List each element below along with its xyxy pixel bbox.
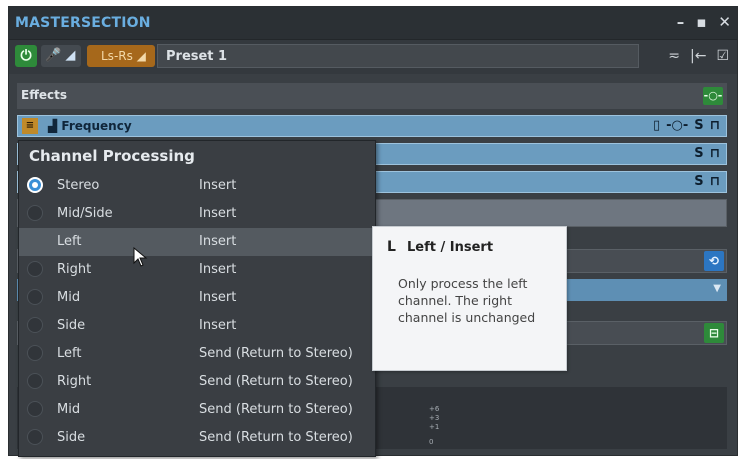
plugin-add-icon[interactable]: -○- <box>703 87 723 105</box>
menu-item-side-insert[interactable]: Side Insert <box>19 312 375 340</box>
tooltip-body: Only process the left channel. The right… <box>398 276 536 325</box>
radio-icon <box>27 289 43 305</box>
radio-icon <box>27 401 43 417</box>
restore-icon[interactable]: ▪ <box>696 13 706 31</box>
channel-processing-menu: Channel Processing Stereo Insert Mid/Sid… <box>18 140 376 457</box>
effects-label: Effects <box>21 88 68 102</box>
microphone-icon[interactable]: 🎤 ◢ <box>41 45 81 67</box>
menu-item-left-insert[interactable]: Left Insert <box>19 228 375 256</box>
radio-icon <box>27 261 43 277</box>
radio-selected-icon <box>27 177 43 193</box>
clock-icon[interactable]: ⟲ <box>704 251 724 271</box>
menu-item-stereo-insert[interactable]: Stereo Insert <box>19 172 375 200</box>
menu-item-right-send[interactable]: Right Send (Return to Stereo) <box>19 368 375 396</box>
menu-item-side-send[interactable]: Side Send (Return to Stereo) <box>19 424 375 452</box>
import-icon[interactable]: |← <box>690 48 706 64</box>
preset-save-icon[interactable]: ≂ <box>668 48 680 64</box>
check-icon[interactable]: ☑ <box>716 48 729 64</box>
preset-field[interactable]: Preset 1 <box>157 44 639 68</box>
effects-header: Effects -○- <box>17 83 727 109</box>
radio-icon <box>27 317 43 333</box>
power-icon[interactable]: ⏻ <box>15 45 37 67</box>
left-channel-icon: L <box>387 239 396 255</box>
menu-title: Channel Processing <box>29 147 195 165</box>
radio-icon <box>27 205 43 221</box>
channel-config-label: Ls-Rs <box>101 49 133 63</box>
minimize-icon[interactable]: – <box>677 13 685 31</box>
routing-icon[interactable]: ⊓ <box>710 146 720 161</box>
routing-icon[interactable]: ⊓ <box>710 174 720 189</box>
tooltip: L Left / Insert Only process the left ch… <box>372 226 567 371</box>
plugin-slot-frequency[interactable]: ≡ ▟ Frequency ▯ -○- S ⊓ <box>17 115 727 137</box>
solo-icon[interactable]: S <box>694 174 703 189</box>
tooltip-title: Left / Insert <box>407 240 494 255</box>
menu-item-midside-insert[interactable]: Mid/Side Insert <box>19 200 375 228</box>
radio-icon <box>27 373 43 389</box>
title-bar: MASTERSECTION – ▪ ✕ <box>9 7 737 40</box>
meter-toggle-icon[interactable]: ⊟ <box>704 323 724 343</box>
menu-item-right-insert[interactable]: Right Insert <box>19 256 375 284</box>
solo-icon[interactable]: S <box>694 146 703 161</box>
channel-config-button[interactable]: Ls-Rs ◢ <box>87 45 155 67</box>
menu-item-mid-insert[interactable]: Mid Insert <box>19 284 375 312</box>
toolbar: ⏻ 🎤 ◢ Ls-Rs ◢ Preset 1 ≂ |← ☑ <box>9 40 737 74</box>
routing-icon[interactable]: ⊓ <box>710 118 720 133</box>
copy-icon[interactable]: ▯ <box>653 118 660 133</box>
close-icon[interactable]: ✕ <box>718 13 731 31</box>
mouse-cursor-icon <box>133 247 148 267</box>
window-title: MASTERSECTION <box>15 15 151 31</box>
hamburger-icon[interactable]: ≡ <box>22 118 38 134</box>
meter-scale: +6 +3 +1 0 <box>429 405 440 446</box>
radio-icon <box>27 429 43 445</box>
solo-icon[interactable]: S <box>694 118 703 133</box>
menu-item-mid-send[interactable]: Mid Send (Return to Stereo) <box>19 396 375 424</box>
menu-item-left-send[interactable]: Left Send (Return to Stereo) <box>19 340 375 368</box>
chevron-down-icon: ▼ <box>713 283 721 294</box>
bypass-icon[interactable]: -○- <box>666 118 688 133</box>
plugin-name: ▟ Frequency <box>48 119 132 133</box>
radio-icon <box>27 345 43 361</box>
